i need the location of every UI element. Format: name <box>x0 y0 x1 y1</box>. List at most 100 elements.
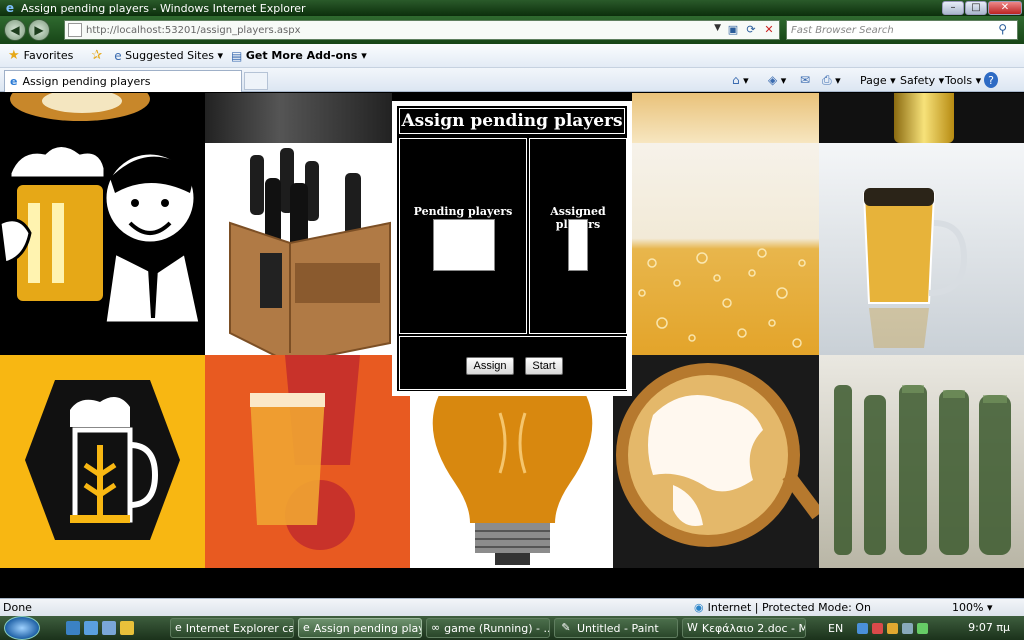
tools-menu[interactable]: Tools ▾ <box>945 72 981 88</box>
search-icon[interactable]: ⚲ <box>998 22 1007 36</box>
language-indicator[interactable]: EN <box>828 622 843 635</box>
feeds-button[interactable]: ◈ ▾ <box>768 72 786 88</box>
minimize-button[interactable]: – <box>942 1 964 15</box>
page-icon <box>68 23 82 37</box>
beer-glass-image <box>819 143 1024 355</box>
favorites-label: Favorites <box>23 49 74 62</box>
add-favorites-button[interactable]: ✰ <box>91 48 106 63</box>
bottles-top-image <box>205 93 392 143</box>
taskbar-item-label: game (Running) - ... <box>444 621 550 635</box>
start-button[interactable] <box>4 616 40 640</box>
taskbar-item-label: Internet Explorer ca... <box>185 621 294 635</box>
beer-exclamation-poster-image <box>205 355 410 568</box>
bottle-crate-image <box>205 143 392 355</box>
system-tray: EN 9:07 πμ <box>822 616 1024 640</box>
taskbar: e Internet Explorer ca... e Assign pendi… <box>0 616 1024 640</box>
assign-players-dialog: Assign pending players Pending players A… <box>392 101 632 396</box>
addons-icon: ▤ <box>231 48 243 63</box>
status-text: Done <box>3 601 32 614</box>
compatibility-view-icon[interactable]: ▣ <box>725 22 741 38</box>
beer-glass-top-image <box>819 93 1024 143</box>
status-bar: Done ◉ Internet | Protected Mode: On 100… <box>0 598 1024 616</box>
address-bar[interactable]: http://localhost:53201/assign_players.as… <box>64 20 780 40</box>
start-button[interactable]: Start <box>525 357 563 375</box>
globe-icon: ◉ <box>694 601 704 614</box>
green-bottles-image <box>819 355 1024 568</box>
tab-ie-icon: e <box>10 75 18 88</box>
stop-icon[interactable]: ✕ <box>761 22 777 38</box>
search-input[interactable]: Fast Browser Search <box>791 25 894 36</box>
close-button[interactable]: ✕ <box>988 1 1022 15</box>
visual-studio-icon: ∞ <box>431 621 441 634</box>
suggested-sites-button[interactable]: e Suggested Sites ▾ <box>114 49 223 63</box>
window-title-bar: e Assign pending players - Windows Inter… <box>0 0 1024 16</box>
read-mail-button[interactable]: ✉ <box>800 72 810 88</box>
zone-label: Internet | Protected Mode: On <box>707 601 871 614</box>
address-url[interactable]: http://localhost:53201/assign_players.as… <box>86 25 301 36</box>
assign-button[interactable]: Assign <box>466 357 514 375</box>
new-tab-button[interactable] <box>244 72 268 90</box>
search-box[interactable]: Fast Browser Search ⚲ <box>786 20 1018 40</box>
zoom-control[interactable]: 100% ▾ <box>952 601 992 614</box>
maximize-button[interactable]: □ <box>965 1 987 15</box>
taskbar-item-game[interactable]: ∞ game (Running) - ... <box>426 618 550 638</box>
taskbar-item-word[interactable]: W Κεφάλαιο 2.doc - M... <box>682 618 806 638</box>
dialog-title: Assign pending players <box>399 108 625 134</box>
taskbar-item-ie[interactable]: e Internet Explorer ca... <box>170 618 294 638</box>
refresh-icon[interactable]: ⟳ <box>743 22 759 38</box>
tray-app-icon[interactable] <box>887 622 899 634</box>
pending-players-label: Pending players <box>413 205 513 218</box>
print-button[interactable]: ⎙ ▾ <box>822 72 841 88</box>
safety-menu[interactable]: Safety ▾ <box>900 72 944 88</box>
volume-icon[interactable] <box>902 622 914 634</box>
window-controls: – □ ✕ <box>942 1 1022 15</box>
rss-icon: ◈ <box>768 73 778 87</box>
address-dropdown-icon[interactable]: ▼ <box>714 23 721 33</box>
taskbar-item-label: Untitled - Paint <box>577 621 659 635</box>
antivirus-icon[interactable] <box>872 622 884 634</box>
word-icon: W <box>687 621 698 634</box>
network-icon[interactable] <box>857 622 869 634</box>
printer-icon: ⎙ <box>822 72 832 87</box>
forward-button[interactable]: ▶ <box>28 19 50 41</box>
media-quicklaunch-icon[interactable] <box>102 621 116 635</box>
page-menu[interactable]: Page ▾ <box>860 72 896 88</box>
assigned-players-listbox[interactable] <box>568 219 588 271</box>
beer-foam-image <box>632 93 819 143</box>
ie-quicklaunch-icon[interactable] <box>84 621 98 635</box>
beer-logo-image <box>0 355 205 568</box>
add-favorite-icon: ✰ <box>91 48 103 63</box>
paint-icon: ✎ <box>561 621 571 634</box>
folder-quicklaunch-icon[interactable] <box>120 621 134 635</box>
tray-icon[interactable] <box>917 622 929 634</box>
dialog-frame: Assign pending players Pending players A… <box>396 105 628 392</box>
suggested-sites-label: Suggested Sites ▾ <box>125 49 224 62</box>
ie-logo-icon: e <box>5 1 15 15</box>
favorites-button[interactable]: ★ Favorites <box>8 48 73 63</box>
dialog-actions: Assign Start <box>399 336 627 390</box>
favorites-bar: ★ Favorites ✰ e Suggested Sites ▾ ▤ Get … <box>0 44 1024 68</box>
beer-bubbles-image <box>632 143 819 355</box>
home-icon: ⌂ <box>732 73 740 87</box>
taskbar-item-label: Assign pending play... <box>313 621 422 635</box>
navigation-bar: ◀ ▶ http://localhost:53201/assign_player… <box>0 16 1024 44</box>
get-addons-button[interactable]: ▤ Get More Add-ons ▾ <box>231 49 367 63</box>
pending-players-listbox[interactable] <box>433 219 495 271</box>
security-zone[interactable]: ◉ Internet | Protected Mode: On <box>694 601 871 614</box>
help-icon[interactable]: ? <box>984 72 998 88</box>
ie-icon: e <box>114 48 122 63</box>
star-icon: ★ <box>8 48 20 63</box>
page-content: Assign pending players Pending players A… <box>0 93 1024 598</box>
taskbar-item-assign[interactable]: e Assign pending play... <box>298 618 422 638</box>
tab-bar: e Assign pending players ⌂ ▾ ◈ ▾ ✉ ⎙ ▾ P… <box>0 68 1024 92</box>
home-button[interactable]: ⌂ ▾ <box>732 72 749 88</box>
show-desktop-icon[interactable] <box>66 621 80 635</box>
taskbar-item-paint[interactable]: ✎ Untitled - Paint <box>554 618 678 638</box>
assigned-players-panel: Assigned players <box>529 138 627 334</box>
mail-icon: ✉ <box>800 73 811 87</box>
beer-lightbulb-image <box>410 393 613 568</box>
tab-assign-pending-players[interactable]: e Assign pending players <box>4 70 242 92</box>
clock[interactable]: 9:07 πμ <box>968 621 1010 634</box>
window-title: Assign pending players - Windows Interne… <box>21 1 306 15</box>
back-button[interactable]: ◀ <box>4 19 26 41</box>
